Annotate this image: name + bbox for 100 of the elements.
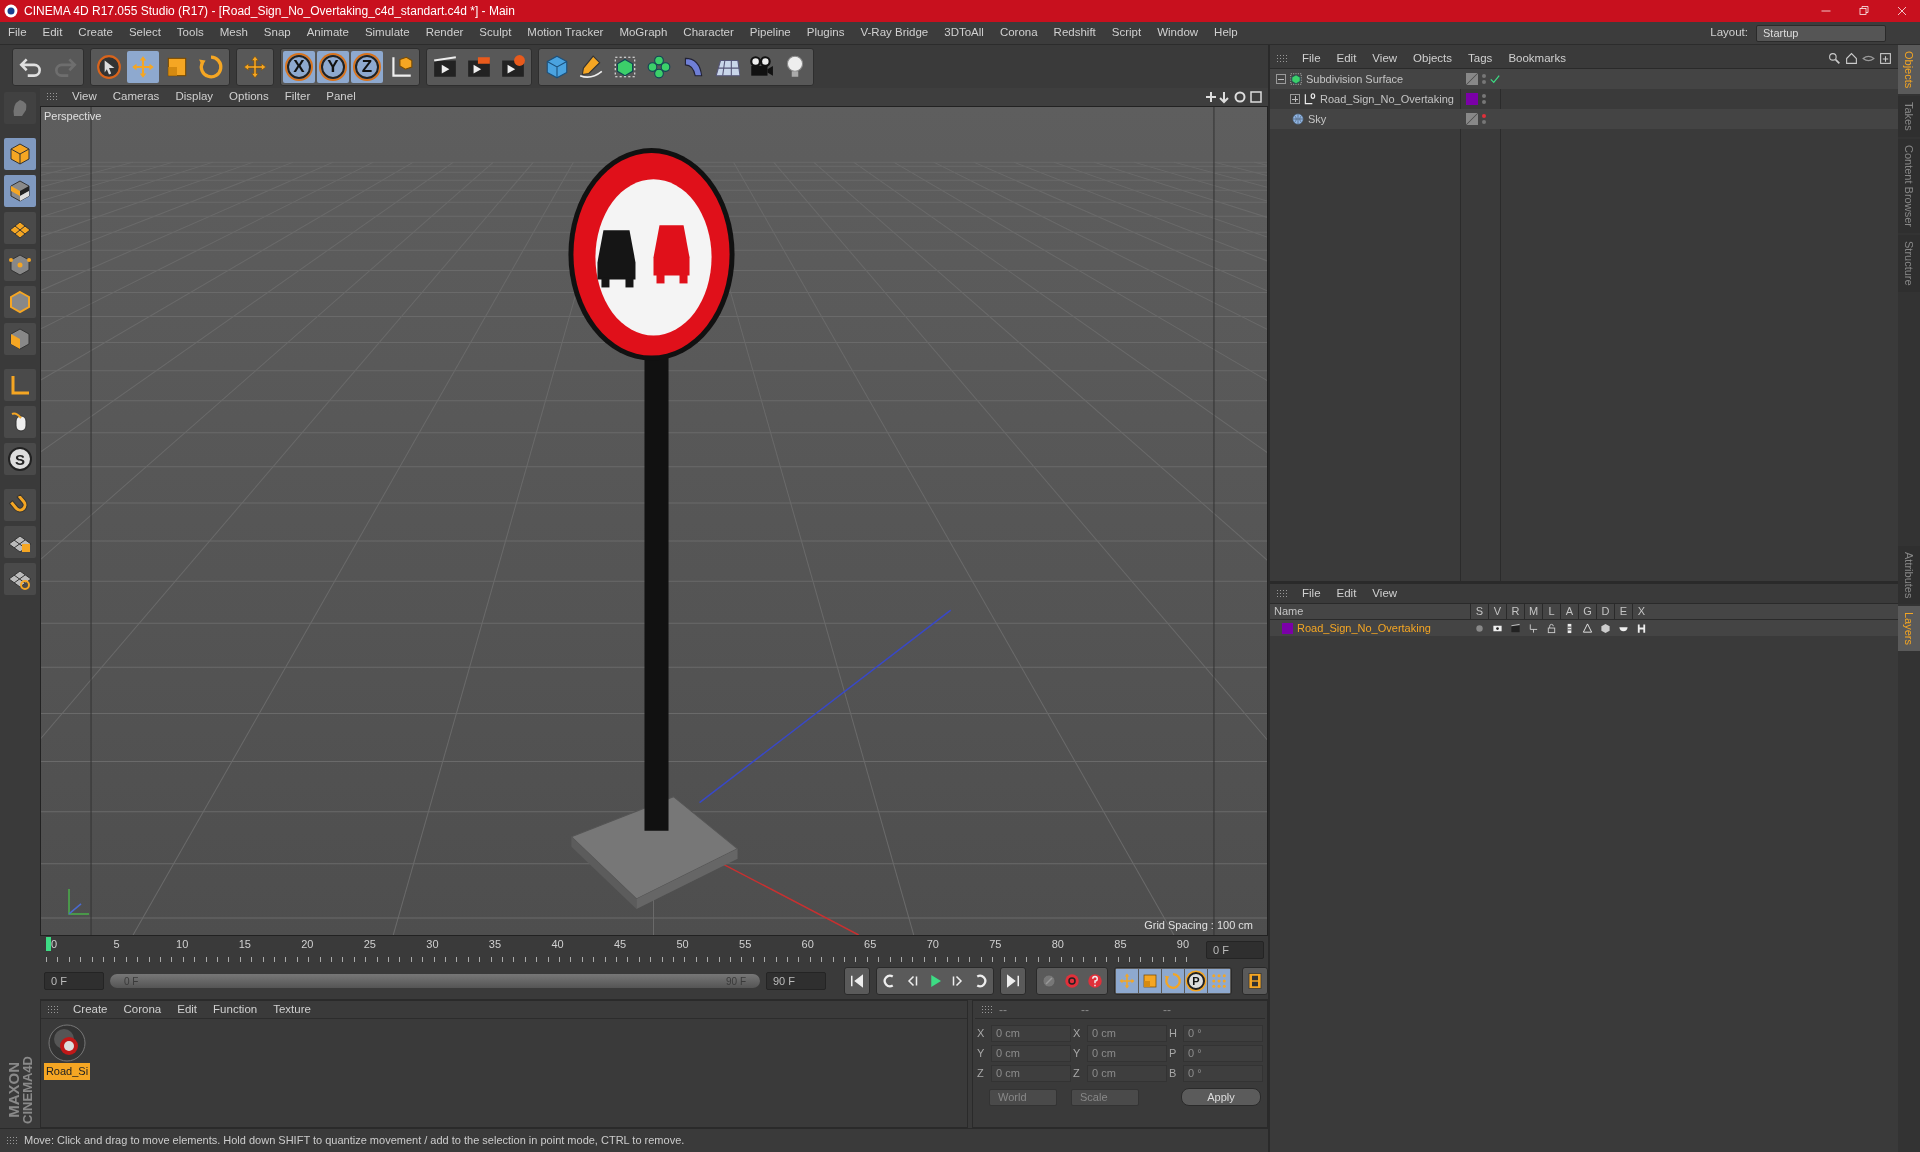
menu-item[interactable]: Redshift: [1045, 24, 1104, 42]
grid-plane-icon[interactable]: [4, 563, 36, 595]
layer-toggle-icon[interactable]: [1599, 622, 1611, 634]
menu-item[interactable]: Edit: [34, 24, 71, 42]
side-tab[interactable]: Content Browser: [1898, 139, 1920, 233]
menu-item[interactable]: MoGraph: [611, 24, 676, 42]
layer-swatch[interactable]: [1282, 622, 1293, 634]
menu-item[interactable]: Plugins: [798, 24, 853, 42]
layer-toggle-icon[interactable]: [1509, 622, 1521, 634]
cube-icon[interactable]: [4, 138, 36, 170]
visibility-toggle[interactable]: [1466, 113, 1478, 125]
column-header[interactable]: G: [1578, 603, 1596, 620]
current-frame-field[interactable]: 0 F: [1206, 940, 1264, 959]
home-icon[interactable]: [1845, 52, 1858, 65]
menu-item[interactable]: Animate: [298, 24, 357, 42]
object-name[interactable]: Road_Sign_No_Overtaking: [1320, 90, 1454, 108]
material-thumbnail[interactable]: [47, 1023, 87, 1063]
parameter-button[interactable]: P: [1185, 969, 1207, 993]
plane-icon[interactable]: [4, 212, 36, 244]
menu-item[interactable]: View: [1364, 584, 1406, 603]
menu-item[interactable]: Options: [221, 88, 277, 106]
menu-item[interactable]: Script: [1103, 24, 1150, 42]
menu-item[interactable]: Pipeline: [741, 24, 799, 42]
column-header[interactable]: X: [1632, 603, 1650, 620]
apply-button[interactable]: Apply: [1181, 1088, 1261, 1106]
edges-icon[interactable]: [4, 286, 36, 318]
menu-item[interactable]: V-Ray Bridge: [852, 24, 937, 42]
side-tab[interactable]: Structure: [1898, 235, 1920, 292]
axis-button[interactable]: X: [283, 50, 315, 83]
menu-item[interactable]: Help: [1206, 24, 1246, 42]
visibility-dots[interactable]: [1482, 94, 1486, 104]
menu-item[interactable]: Tags: [1460, 49, 1501, 68]
end-frame-field[interactable]: 90 F: [766, 972, 826, 990]
menu-item[interactable]: View: [1364, 49, 1406, 68]
axis-button[interactable]: Y: [317, 50, 349, 83]
mouse-icon[interactable]: [4, 406, 36, 438]
magnet-icon[interactable]: [4, 489, 36, 521]
menu-item[interactable]: Character: [675, 24, 742, 42]
menu-item[interactable]: Cameras: [104, 88, 168, 106]
expand-icon[interactable]: [1290, 94, 1300, 104]
timeline-ruler[interactable]: 0 5 10 15 20 25 30 35 40 45 50 55 60 65 70 75 80 85 90: [46, 937, 1192, 962]
menu-item[interactable]: File: [1294, 49, 1329, 68]
menu-item[interactable]: Window: [1149, 24, 1207, 42]
navigation-icons-drawing[interactable]: [1204, 90, 1264, 104]
column-header[interactable]: V: [1488, 603, 1506, 620]
check-icon[interactable]: [1490, 74, 1500, 84]
side-tab[interactable]: Attributes: [1898, 545, 1920, 605]
side-tab[interactable]: Takes: [1898, 96, 1920, 138]
menu-item[interactable]: Create: [70, 24, 121, 42]
object-name[interactable]: Subdivision Surface: [1306, 70, 1404, 88]
column-header[interactable]: L: [1542, 603, 1560, 620]
column-header[interactable]: A: [1560, 603, 1578, 620]
menu-item[interactable]: Function: [205, 1000, 266, 1019]
menu-item[interactable]: Select: [120, 24, 169, 42]
layer-toggle-icon[interactable]: [1527, 622, 1539, 634]
menu-item[interactable]: 3DToAll: [936, 24, 992, 42]
layer-toggle-icon[interactable]: [1545, 622, 1557, 634]
side-tab[interactable]: Objects: [1898, 45, 1920, 95]
polygons-icon[interactable]: [4, 323, 36, 355]
layer-toggle-icon[interactable]: [1581, 622, 1593, 634]
menu-item[interactable]: Objects: [1405, 49, 1461, 68]
points-icon[interactable]: [4, 249, 36, 281]
menu-item[interactable]: Texture: [265, 1000, 319, 1019]
menu-item[interactable]: Filter: [276, 88, 319, 106]
search-icon[interactable]: [1828, 52, 1841, 65]
menu-item[interactable]: Tools: [168, 24, 212, 42]
move-icon[interactable]: [127, 50, 159, 83]
restore-icon[interactable]: [1858, 5, 1870, 17]
menu-item[interactable]: Sculpt: [471, 24, 520, 42]
menu-item[interactable]: Simulate: [356, 24, 418, 42]
menu-item[interactable]: Display: [167, 88, 222, 106]
visibility-toggle[interactable]: [1466, 73, 1478, 85]
menu-item[interactable]: Motion Tracker: [519, 24, 612, 42]
axis-icon[interactable]: [4, 369, 36, 401]
new-window-icon[interactable]: [1879, 52, 1892, 65]
menu-item[interactable]: Create: [65, 1000, 116, 1019]
collapse-icon[interactable]: [1276, 74, 1286, 84]
menu-item[interactable]: Corona: [115, 1000, 170, 1019]
column-header[interactable]: S: [1470, 603, 1488, 620]
column-header[interactable]: D: [1596, 603, 1614, 620]
column-header[interactable]: R: [1506, 603, 1524, 620]
layer-toggle-icon[interactable]: [1635, 622, 1647, 634]
close-icon[interactable]: [1896, 5, 1908, 17]
layer-swatch[interactable]: [1466, 93, 1478, 105]
snap-button[interactable]: S: [4, 443, 36, 475]
menu-item[interactable]: View: [64, 88, 105, 106]
checker-cube-icon[interactable]: [4, 175, 36, 207]
start-frame-field[interactable]: 0 F: [44, 972, 104, 990]
visibility-dots[interactable]: [1482, 74, 1486, 84]
menu-item[interactable]: Edit: [1328, 49, 1365, 68]
menu-item[interactable]: Bookmarks: [1500, 49, 1574, 68]
menu-item[interactable]: Snap: [255, 24, 299, 42]
menu-item[interactable]: Mesh: [211, 24, 256, 42]
menu-item[interactable]: Panel: [318, 88, 364, 106]
menu-item[interactable]: File: [0, 24, 35, 42]
layout-dropdown[interactable]: Startup: [1756, 24, 1886, 42]
grid-plane-icon[interactable]: [4, 526, 36, 558]
visibility-dots[interactable]: [1482, 114, 1486, 124]
object-name[interactable]: Sky: [1308, 110, 1327, 128]
menu-item[interactable]: Render: [417, 24, 472, 42]
